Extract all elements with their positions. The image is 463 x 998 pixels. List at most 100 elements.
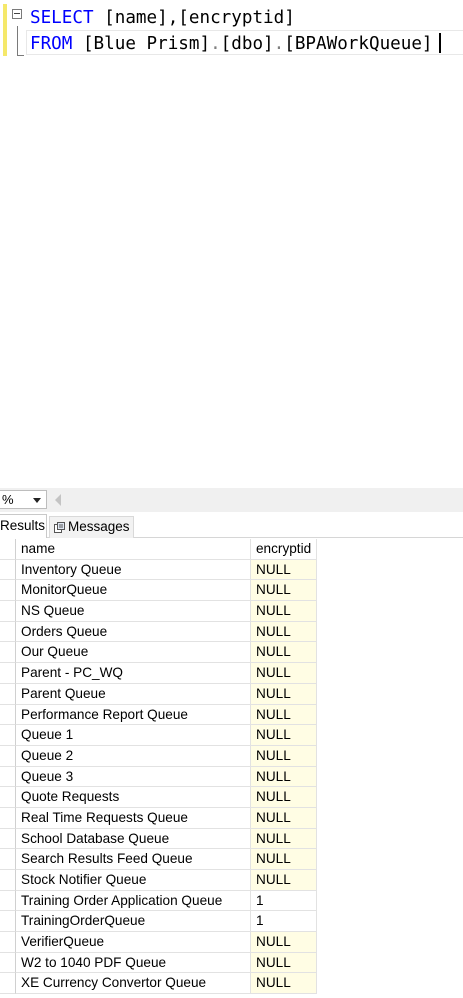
cell-name[interactable]: Real Time Requests Queue: [16, 807, 251, 829]
cell-name[interactable]: Inventory Queue: [16, 559, 251, 581]
table-row[interactable]: School Database Queue NULL: [0, 828, 463, 850]
cell-encryptid[interactable]: NULL: [251, 828, 317, 850]
cell-name[interactable]: Performance Report Queue: [16, 704, 251, 726]
cell-encryptid[interactable]: NULL: [251, 870, 317, 891]
row-header[interactable]: [0, 807, 16, 829]
column-header-encryptid[interactable]: encryptid: [251, 539, 317, 560]
cell-encryptid[interactable]: NULL: [251, 766, 317, 788]
corner-cell[interactable]: [0, 539, 16, 560]
keyword-from: FROM: [30, 34, 73, 54]
cell-name[interactable]: Queue 1: [16, 725, 251, 746]
table-row[interactable]: Parent - PC_WQ NULL: [0, 663, 463, 684]
table-row[interactable]: Orders Queue NULL: [0, 621, 463, 643]
row-header[interactable]: [0, 559, 16, 581]
row-header[interactable]: [0, 952, 16, 974]
cell-encryptid[interactable]: NULL: [251, 952, 317, 974]
row-header[interactable]: [0, 787, 16, 808]
row-header[interactable]: [0, 849, 16, 870]
cell-name[interactable]: Queue 2: [16, 745, 251, 767]
cell-encryptid[interactable]: NULL: [251, 932, 317, 953]
row-header[interactable]: [0, 725, 16, 746]
cell-name[interactable]: Training Order Application Queue: [16, 890, 251, 912]
cell-name[interactable]: Parent Queue: [16, 683, 251, 705]
cell-name[interactable]: XE Currency Convertor Queue: [16, 973, 251, 995]
table-row[interactable]: VerifierQueue NULL: [0, 932, 463, 953]
cell-encryptid[interactable]: NULL: [251, 704, 317, 726]
cell-encryptid[interactable]: NULL: [251, 849, 317, 870]
cell-name[interactable]: NS Queue: [16, 601, 251, 622]
cell-encryptid[interactable]: NULL: [251, 621, 317, 643]
row-header[interactable]: [0, 621, 16, 643]
table-row[interactable]: Search Results Feed Queue NULL: [0, 849, 463, 870]
table-row[interactable]: W2 to 1040 PDF Queue NULL: [0, 952, 463, 974]
table-row[interactable]: Inventory Queue NULL: [0, 559, 463, 581]
cell-name[interactable]: MonitorQueue: [16, 580, 251, 602]
row-header[interactable]: [0, 870, 16, 891]
cell-name[interactable]: Parent - PC_WQ: [16, 663, 251, 684]
cell-name[interactable]: Stock Notifier Queue: [16, 870, 251, 891]
row-header[interactable]: [0, 601, 16, 622]
collapse-toggle-icon[interactable]: [12, 9, 22, 19]
cell-encryptid[interactable]: NULL: [251, 725, 317, 746]
table-row[interactable]: Queue 1 NULL: [0, 725, 463, 746]
cell-name[interactable]: Our Queue: [16, 642, 251, 664]
row-header[interactable]: [0, 745, 16, 767]
tab-messages[interactable]: Messages: [49, 516, 134, 538]
row-header[interactable]: [0, 704, 16, 726]
row-header[interactable]: [0, 973, 16, 995]
results-grid[interactable]: name encryptid Inventory Queue NULL Monito…: [0, 539, 463, 995]
table-row[interactable]: Real Time Requests Queue NULL: [0, 807, 463, 829]
table-row[interactable]: Training Order Application Queue 1: [0, 890, 463, 912]
cell-encryptid[interactable]: NULL: [251, 787, 317, 808]
row-header[interactable]: [0, 663, 16, 684]
code-line-1[interactable]: SELECT [name],[encryptid]: [30, 7, 295, 29]
table-row[interactable]: Performance Report Queue NULL: [0, 704, 463, 726]
cell-encryptid[interactable]: NULL: [251, 559, 317, 581]
row-header[interactable]: [0, 890, 16, 912]
chevron-down-icon[interactable]: [33, 498, 41, 503]
row-header[interactable]: [0, 580, 16, 602]
cell-encryptid[interactable]: NULL: [251, 663, 317, 684]
row-header[interactable]: [0, 766, 16, 788]
table-row[interactable]: Queue 2 NULL: [0, 745, 463, 767]
cell-name[interactable]: W2 to 1040 PDF Queue: [16, 952, 251, 974]
scroll-left-arrow-icon[interactable]: [55, 494, 61, 506]
tab-results[interactable]: Results: [0, 514, 47, 538]
table-row[interactable]: MonitorQueue NULL: [0, 580, 463, 602]
table-row[interactable]: Stock Notifier Queue NULL: [0, 870, 463, 891]
table-row[interactable]: NS Queue NULL: [0, 601, 463, 622]
cell-encryptid[interactable]: 1: [251, 911, 317, 933]
cell-encryptid[interactable]: NULL: [251, 973, 317, 995]
code-line-2[interactable]: FROM [Blue Prism].[dbo].[BPAWorkQueue]: [30, 33, 441, 55]
table-row[interactable]: Quote Requests NULL: [0, 787, 463, 808]
cell-encryptid[interactable]: NULL: [251, 807, 317, 829]
keyword-select: SELECT: [30, 8, 94, 28]
row-header[interactable]: [0, 828, 16, 850]
table-row[interactable]: XE Currency Convertor Queue NULL: [0, 973, 463, 995]
cell-name[interactable]: Queue 3: [16, 766, 251, 788]
row-header[interactable]: [0, 911, 16, 933]
cell-name[interactable]: School Database Queue: [16, 828, 251, 850]
table-row[interactable]: Our Queue NULL: [0, 642, 463, 664]
cell-encryptid[interactable]: NULL: [251, 601, 317, 622]
table-row[interactable]: TrainingOrderQueue 1: [0, 911, 463, 933]
row-header[interactable]: [0, 683, 16, 705]
query-editor[interactable]: SELECT [name],[encryptid] FROM [Blue Pri…: [0, 0, 463, 488]
table-row[interactable]: Parent Queue NULL: [0, 683, 463, 705]
row-header[interactable]: [0, 642, 16, 664]
cell-name[interactable]: VerifierQueue: [16, 932, 251, 953]
row-header[interactable]: [0, 932, 16, 953]
cell-encryptid[interactable]: 1: [251, 890, 317, 912]
column-header-name[interactable]: name: [16, 539, 251, 560]
zoom-dropdown[interactable]: %: [0, 490, 47, 509]
cell-name[interactable]: Search Results Feed Queue: [16, 849, 251, 870]
cell-name[interactable]: TrainingOrderQueue: [16, 911, 251, 933]
cell-encryptid[interactable]: NULL: [251, 683, 317, 705]
cell-name[interactable]: Quote Requests: [16, 787, 251, 808]
cell-encryptid[interactable]: NULL: [251, 745, 317, 767]
cell-encryptid[interactable]: NULL: [251, 580, 317, 602]
cell-encryptid[interactable]: NULL: [251, 642, 317, 664]
cell-name[interactable]: Orders Queue: [16, 621, 251, 643]
table-row[interactable]: Queue 3 NULL: [0, 766, 463, 788]
messages-icon: [54, 522, 65, 533]
